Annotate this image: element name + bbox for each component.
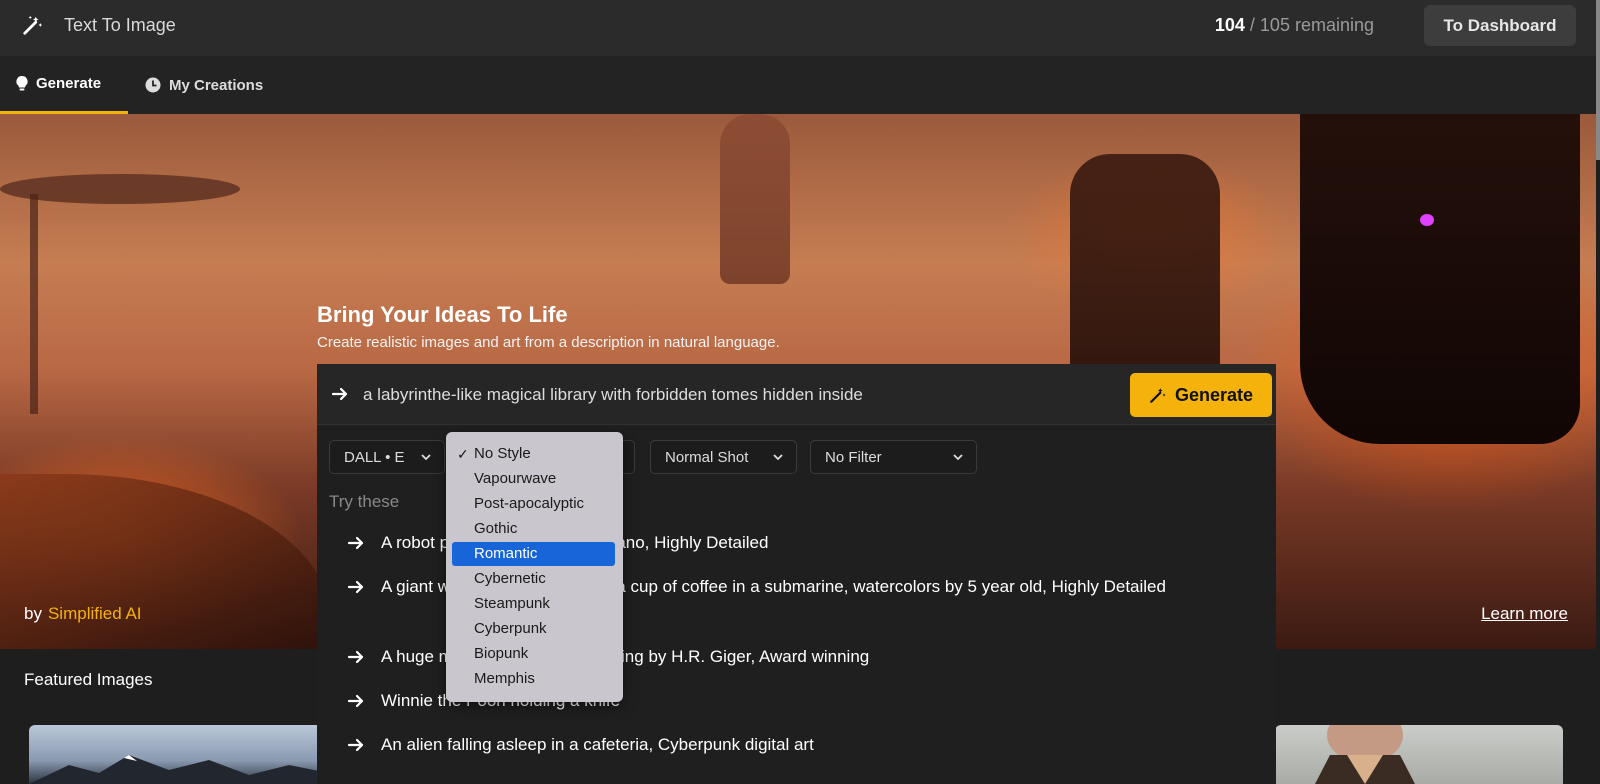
featured-heading: Featured Images xyxy=(24,670,153,689)
tab-my-creations-label: My Creations xyxy=(169,76,264,94)
style-option-cyberpunk[interactable]: Cyberpunk xyxy=(452,617,615,641)
credits-counter: 104 / 105 remaining xyxy=(1215,15,1374,36)
model-select[interactable]: DALL • E xyxy=(329,440,445,474)
arrow-right-icon xyxy=(347,738,364,752)
style-option-memphis[interactable]: Memphis xyxy=(452,667,615,691)
chevron-down-icon xyxy=(421,454,431,461)
magic-wand-icon xyxy=(1150,388,1166,403)
style-option-cybernetic[interactable]: Cybernetic xyxy=(452,567,615,591)
arrow-right-icon xyxy=(347,694,364,708)
style-option-romantic[interactable]: Romantic xyxy=(452,542,615,566)
bulb-icon xyxy=(16,76,28,91)
style-option-gothic[interactable]: Gothic xyxy=(452,517,615,541)
tab-bar: Generate My Creations xyxy=(0,56,1600,115)
style-option-label: Steampunk xyxy=(474,595,550,612)
style-option-no-style[interactable]: ✓ No Style xyxy=(452,442,615,466)
arrow-right-icon xyxy=(331,387,348,401)
try-these-heading: Try these xyxy=(329,492,400,511)
prompt-input[interactable] xyxy=(361,376,1095,414)
style-option-vapourwave[interactable]: Vapourwave xyxy=(452,467,615,491)
suggestion-text: An alien falling asleep in a cafeteria, … xyxy=(381,735,814,754)
style-option-label: Cyberpunk xyxy=(474,620,547,637)
shot-select-value: Normal Shot xyxy=(665,448,749,466)
attribution: by Simplified AI xyxy=(24,604,142,624)
arrow-right-icon xyxy=(347,536,364,550)
to-dashboard-button[interactable]: To Dashboard xyxy=(1424,5,1576,46)
style-option-steampunk[interactable]: Steampunk xyxy=(452,592,615,616)
filter-select[interactable]: No Filter xyxy=(810,440,977,474)
style-option-label: Memphis xyxy=(474,670,535,687)
page-scrollbar[interactable] xyxy=(1596,0,1600,160)
style-option-label: Post-apocalyptic xyxy=(474,495,585,512)
hero-subtitle: Create realistic images and art from a d… xyxy=(317,334,780,351)
learn-more-link[interactable]: Learn more xyxy=(1481,604,1568,624)
tab-generate-label: Generate xyxy=(36,75,102,92)
featured-image-card[interactable] xyxy=(29,725,329,784)
filter-select-value: No Filter xyxy=(825,448,882,466)
credits-used: 104 xyxy=(1214,15,1245,35)
prompt-row: Generate xyxy=(317,364,1276,425)
style-dropdown-menu: ✓ No Style Vapourwave Post-apocalyptic Go… xyxy=(446,432,623,702)
style-option-label: No Style xyxy=(474,445,531,462)
style-option-label: Cybernetic xyxy=(474,570,546,587)
style-option-biopunk[interactable]: Biopunk xyxy=(452,642,615,666)
chevron-down-icon xyxy=(953,454,963,461)
mountain-image xyxy=(29,755,329,784)
style-option-label: Biopunk xyxy=(474,645,529,662)
style-option-label: Romantic xyxy=(474,545,538,562)
by-label: by xyxy=(24,604,42,623)
style-option-label: Vapourwave xyxy=(474,470,557,487)
shot-select[interactable]: Normal Shot xyxy=(650,440,797,474)
style-option-post-apocalyptic[interactable]: Post-apocalyptic xyxy=(452,492,615,516)
generate-button-label: Generate xyxy=(1174,384,1254,405)
arrow-right-icon xyxy=(347,580,364,594)
magic-wand-icon xyxy=(23,15,43,35)
generate-button[interactable]: Generate xyxy=(1130,373,1272,417)
style-option-label: Gothic xyxy=(474,520,518,537)
tab-my-creations[interactable]: My Creations xyxy=(145,56,263,114)
featured-image-card[interactable] xyxy=(1275,725,1563,784)
top-bar: Text To Image 104 / 105 remaining To Das… xyxy=(0,0,1600,56)
portrait-image xyxy=(1315,725,1415,784)
hero-title: Bring Your Ideas To Life xyxy=(317,302,568,327)
brand-link[interactable]: Simplified AI xyxy=(48,604,142,623)
tab-generate[interactable]: Generate xyxy=(0,56,128,114)
chevron-down-icon xyxy=(773,454,783,461)
model-select-value: DALL • E xyxy=(344,448,405,466)
clock-icon xyxy=(145,77,161,93)
checkmark-icon: ✓ xyxy=(457,446,469,462)
credits-remaining: / 105 remaining xyxy=(1244,15,1374,35)
app-title: Text To Image xyxy=(64,15,176,35)
arrow-right-icon xyxy=(347,650,364,664)
